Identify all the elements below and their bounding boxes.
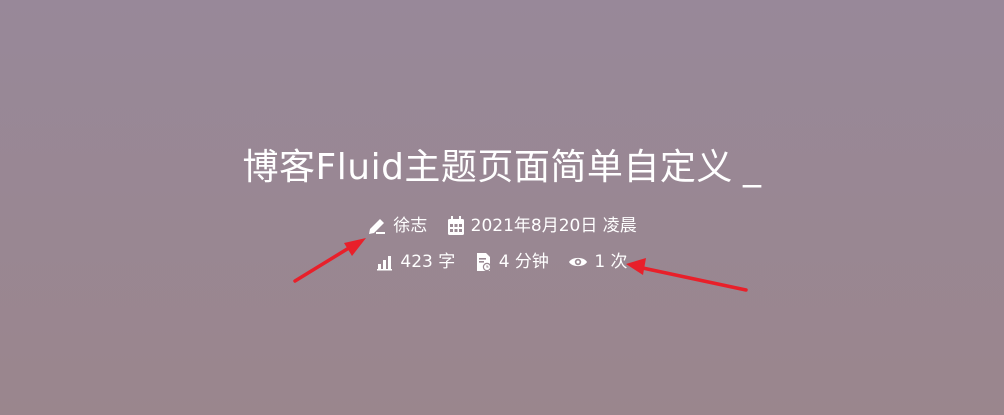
author-meta: 徐志 <box>367 213 427 239</box>
post-title-line: 博客Fluid主题页面简单自定义 _ <box>0 143 1004 193</box>
typing-cursor: _ <box>742 147 762 188</box>
calendar-icon <box>447 216 464 235</box>
word-count-meta: 423 字 <box>376 249 455 275</box>
post-date: 2021年8月20日 凌晨 <box>470 216 637 236</box>
word-count: 423 字 <box>400 252 456 272</box>
date-meta: 2021年8月20日 凌晨 <box>447 213 637 239</box>
annotation-arrows <box>293 238 748 292</box>
read-time: 4 分钟 <box>498 252 549 272</box>
view-count-meta: 1 次 <box>568 249 628 275</box>
pen-icon <box>369 219 386 234</box>
document-clock-icon <box>476 253 491 272</box>
eye-icon <box>569 257 588 267</box>
view-count: 1 次 <box>594 252 628 272</box>
post-meta-row-1: 徐志 2021年8月20日 凌晨 <box>0 213 1004 239</box>
post-banner: 博客Fluid主题页面简单自定义 _ 徐志 2021年8月20日 凌晨 423 … <box>0 0 1004 415</box>
read-time-meta: 4 分钟 <box>475 249 549 275</box>
post-meta-row-2: 423 字 4 分钟 1 次 <box>0 249 1004 275</box>
bar-chart-icon <box>377 256 393 271</box>
author-name: 徐志 <box>393 216 428 236</box>
post-title: 博客Fluid主题页面简单自定义 <box>242 147 733 188</box>
